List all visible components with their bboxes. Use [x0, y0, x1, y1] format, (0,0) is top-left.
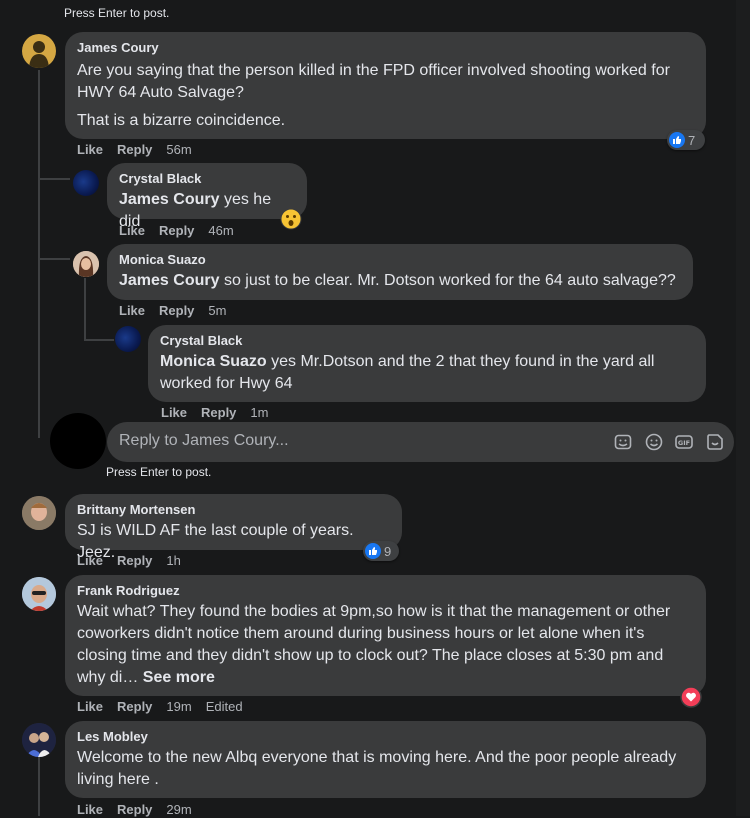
reaction-count-badge[interactable]: 7	[667, 130, 705, 150]
thread-line-branch	[38, 178, 70, 180]
like-button[interactable]: Like	[161, 405, 187, 420]
comment-actions: Like Reply 5m	[119, 303, 240, 319]
like-button[interactable]: Like	[77, 142, 103, 157]
reaction-count-badge[interactable]: 9	[363, 541, 399, 561]
timestamp[interactable]: 1h	[166, 553, 180, 568]
comment-actions: Like Reply 46m	[119, 223, 248, 239]
reply-button[interactable]: Reply	[117, 802, 152, 817]
reply-button[interactable]: Reply	[117, 699, 152, 714]
comment-text: so just to be clear. Mr. Dotson worked f…	[219, 272, 676, 289]
comment-text: Are you saying that the person killed in…	[77, 62, 670, 101]
love-reaction-icon[interactable]	[680, 686, 702, 708]
like-button[interactable]: Like	[77, 802, 103, 817]
thread-line-branch	[84, 339, 114, 341]
svg-text:GIF: GIF	[678, 439, 690, 447]
person-silhouette-icon	[29, 41, 49, 68]
person-photo-icon	[22, 723, 56, 757]
comment-bubble: Crystal Black James Coury yes he did	[107, 163, 307, 230]
comment-actions: Like Reply 56m	[77, 142, 206, 158]
comment-bubble: Les Mobley Welcome to the new Albq every…	[65, 721, 706, 798]
person-photo-icon	[73, 251, 99, 277]
user-avatar	[50, 413, 106, 469]
like-reaction-icon	[365, 543, 381, 559]
comment-author[interactable]: Crystal Black	[160, 333, 694, 349]
reply-placeholder: Reply to James Coury...	[119, 432, 289, 449]
reply-button[interactable]: Reply	[201, 405, 236, 420]
comment-bubble: Monica Suazo James Coury so just to be c…	[107, 244, 693, 300]
timestamp[interactable]: 5m	[208, 303, 226, 318]
gif-icon[interactable]: GIF	[674, 432, 694, 452]
like-reaction-icon	[669, 132, 685, 148]
avatar[interactable]	[22, 34, 56, 68]
mention-link[interactable]: Monica Suazo	[160, 353, 267, 370]
wow-reaction-icon[interactable]	[280, 208, 302, 230]
timestamp[interactable]: 1m	[250, 405, 268, 420]
avatar[interactable]	[73, 170, 99, 196]
avatar[interactable]	[22, 496, 56, 530]
comment-actions: Like Reply 1m	[161, 405, 282, 421]
person-photo-icon	[22, 496, 56, 530]
edited-label: Edited	[205, 699, 243, 714]
thread-line	[38, 70, 40, 438]
avatar[interactable]	[115, 326, 141, 352]
timestamp[interactable]: 19m	[166, 699, 191, 714]
mention-link[interactable]: James Coury	[119, 191, 220, 208]
comment-author[interactable]: Brittany Mortensen	[77, 502, 390, 518]
comment-text: Welcome to the new Albq everyone that is…	[77, 749, 677, 788]
press-enter-hint: Press Enter to post.	[64, 6, 170, 20]
comment-author[interactable]: Crystal Black	[119, 171, 295, 187]
like-button[interactable]: Like	[77, 553, 103, 568]
timestamp[interactable]: 29m	[166, 802, 191, 817]
reply-button[interactable]: Reply	[159, 303, 194, 318]
reaction-count: 9	[384, 543, 392, 559]
like-button[interactable]: Like	[119, 303, 145, 318]
sticker-alt-icon[interactable]	[705, 432, 725, 452]
comment-author[interactable]: Frank Rodriguez	[77, 583, 694, 599]
comment-author[interactable]: James Coury	[77, 40, 694, 56]
comment-author[interactable]: Les Mobley	[77, 729, 694, 745]
scrollbar-track[interactable]	[736, 0, 750, 816]
comment-bubble: Frank Rodriguez Wait what? They found th…	[65, 575, 706, 696]
reply-button[interactable]: Reply	[159, 223, 194, 238]
press-enter-hint: Press Enter to post.	[106, 465, 212, 479]
reply-button[interactable]: Reply	[117, 553, 152, 568]
comment-text: That is a bizarre coincidence.	[77, 112, 286, 129]
timestamp[interactable]: 46m	[208, 223, 233, 238]
mention-link[interactable]: James Coury	[119, 272, 220, 289]
sticker-icon[interactable]	[613, 432, 633, 452]
reply-button[interactable]: Reply	[117, 142, 152, 157]
like-button[interactable]: Like	[77, 699, 103, 714]
like-button[interactable]: Like	[119, 223, 145, 238]
avatar[interactable]	[22, 577, 56, 611]
thread-line-nested	[84, 278, 86, 340]
timestamp[interactable]: 56m	[166, 142, 191, 157]
avatar[interactable]	[73, 251, 99, 277]
reaction-count: 7	[688, 132, 696, 148]
comment-bubble: Brittany Mortensen SJ is WILD AF the las…	[65, 494, 402, 561]
reply-input[interactable]: Reply to James Coury... GIF	[107, 422, 734, 462]
thread-line-branch	[38, 258, 70, 260]
comment-bubble: Crystal Black Monica Suazo yes Mr.Dotson…	[148, 325, 706, 402]
comment-actions: Like Reply 1h	[77, 553, 195, 569]
person-photo-icon	[22, 577, 56, 611]
comment-actions: Like Reply 19m Edited	[77, 699, 257, 715]
comment-bubble: James Coury Are you saying that the pers…	[65, 32, 706, 139]
emoji-icon[interactable]	[644, 432, 664, 452]
see-more-link[interactable]: See more	[143, 669, 215, 686]
comment-author[interactable]: Monica Suazo	[119, 252, 681, 268]
avatar[interactable]	[22, 723, 56, 757]
